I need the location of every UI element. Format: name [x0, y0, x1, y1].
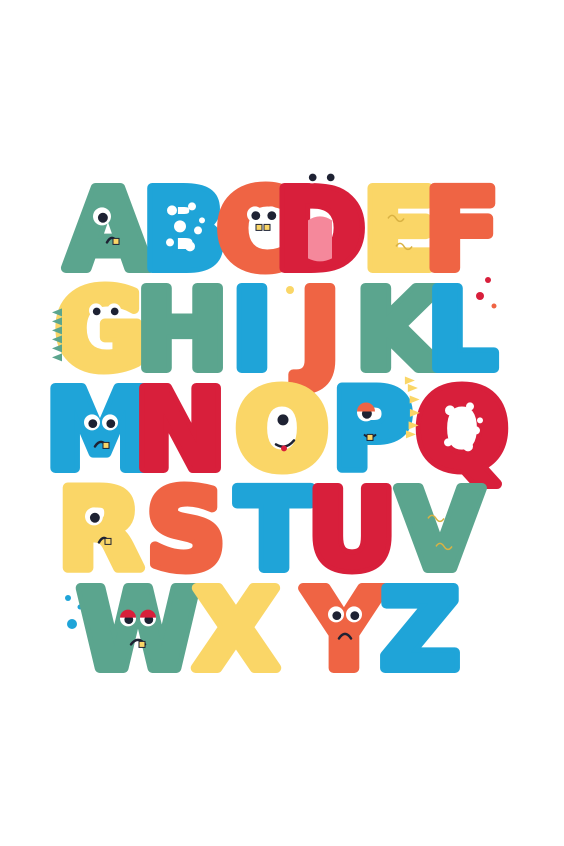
monster-alphabet-illustration: ABCDEFGHIJKLMNOPQRSTUVWXYZ	[40, 161, 513, 699]
letter-w: W	[77, 566, 198, 694]
letter-y: Y	[302, 566, 385, 694]
letter-z: Z	[380, 566, 460, 694]
letter-x: X	[194, 566, 279, 694]
alphabet-letters: ABCDEFGHIJKLMNOPQRSTUVWXYZ	[40, 161, 513, 699]
